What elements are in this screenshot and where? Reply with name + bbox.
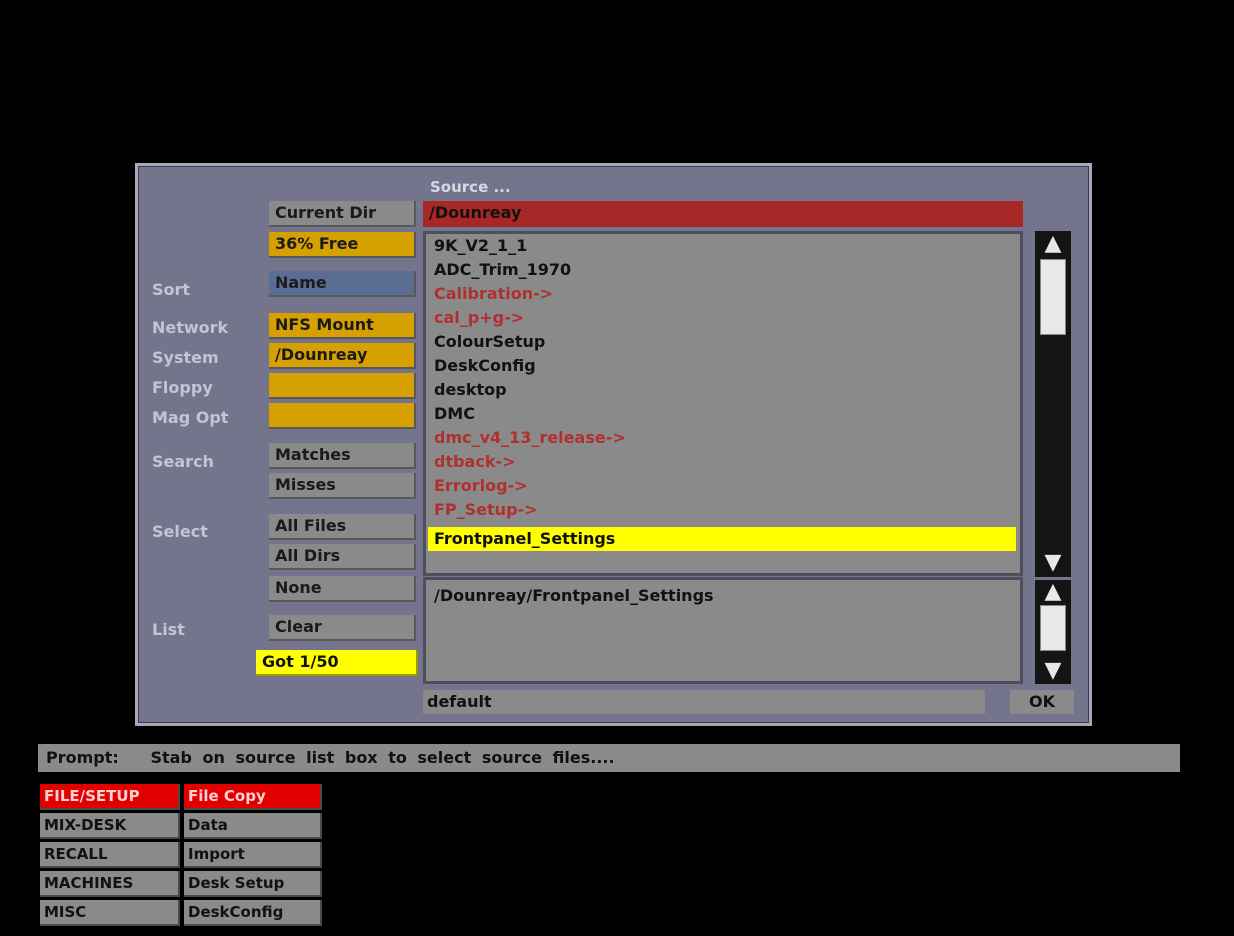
select-all-files-button[interactable]: All Files	[269, 514, 416, 540]
search-matches-button[interactable]: Matches	[269, 443, 416, 469]
prompt-text: Stab on source list box to select source…	[150, 748, 615, 767]
network-nfs-button[interactable]: NFS Mount	[269, 313, 416, 339]
search-label: Search	[152, 452, 214, 471]
menu-category-misc[interactable]: MISC	[40, 900, 180, 926]
path-scroll-down-arrow-icon[interactable]: ▼	[1035, 660, 1071, 682]
prompt-label: Prompt:	[46, 748, 119, 767]
scroll-down-arrow-icon[interactable]: ▼	[1035, 552, 1071, 574]
list-item[interactable]: ColourSetup	[434, 330, 545, 354]
selected-path-box: /Dounreay/Frontpanel_Settings	[423, 577, 1023, 684]
scroll-up-arrow-icon[interactable]: ▲	[1035, 233, 1071, 255]
list-item[interactable]: desktop	[434, 378, 507, 402]
menu-subitem-desk-setup[interactable]: Desk Setup	[184, 871, 322, 897]
source-file-list[interactable]: 9K_V2_1_1 ADC_Trim_1970 Calibration-> ca…	[423, 231, 1023, 576]
source-heading: Source ...	[430, 178, 511, 196]
floppy-button[interactable]	[269, 373, 416, 399]
menu-category-recall[interactable]: RECALL	[40, 842, 180, 868]
list-item[interactable]: DeskConfig	[434, 354, 536, 378]
menu-subitem-deskconfig[interactable]: DeskConfig	[184, 900, 322, 926]
system-label: System	[152, 348, 219, 367]
list-item[interactable]: ADC_Trim_1970	[434, 258, 571, 282]
prompt-bar: Prompt: Stab on source list box to selec…	[38, 744, 1180, 772]
menu-subitem-import[interactable]: Import	[184, 842, 322, 868]
path-scroll-thumb[interactable]	[1040, 605, 1066, 651]
magopt-button[interactable]	[269, 403, 416, 429]
system-dounreay-button[interactable]: /Dounreay	[269, 343, 416, 369]
network-label: Network	[152, 318, 229, 337]
select-none-button[interactable]: None	[269, 576, 416, 602]
search-misses-button[interactable]: Misses	[269, 473, 416, 499]
filter-field[interactable]: default	[423, 690, 985, 714]
list-status-indicator: Got 1/50	[256, 650, 418, 676]
list-item[interactable]: DMC	[434, 402, 475, 426]
select-label: Select	[152, 522, 208, 541]
path-scroll-up-arrow-icon[interactable]: ▲	[1035, 581, 1071, 603]
free-space-indicator: 36% Free	[269, 232, 416, 258]
list-clear-button[interactable]: Clear	[269, 615, 416, 641]
menu-subitem-file-copy[interactable]: File Copy	[184, 784, 322, 810]
list-item[interactable]: FP_Setup->	[434, 498, 538, 522]
ok-button[interactable]: OK	[1010, 690, 1074, 714]
list-item[interactable]: Calibration->	[434, 282, 553, 306]
select-all-dirs-button[interactable]: All Dirs	[269, 544, 416, 570]
list-item[interactable]: cal_p+g->	[434, 306, 524, 330]
sort-label: Sort	[152, 280, 191, 299]
magopt-label: Mag Opt	[152, 408, 229, 427]
menu-subitem-data[interactable]: Data	[184, 813, 322, 839]
list-item-selected[interactable]: Frontpanel_Settings	[428, 527, 1016, 551]
list-item[interactable]: dmc_v4_13_release->	[434, 426, 626, 450]
current-dir-button[interactable]: Current Dir	[269, 201, 416, 227]
list-item[interactable]: dtback->	[434, 450, 516, 474]
menu-category-mix-desk[interactable]: MIX-DESK	[40, 813, 180, 839]
list-item[interactable]: Errorlog->	[434, 474, 528, 498]
menu-category-file-setup[interactable]: FILE/SETUP	[40, 784, 180, 810]
list-item[interactable]: 9K_V2_1_1	[434, 234, 527, 258]
floppy-label: Floppy	[152, 378, 213, 397]
current-dir-field: /Dounreay	[423, 201, 1023, 227]
sort-name-button[interactable]: Name	[269, 271, 416, 297]
scroll-thumb[interactable]	[1040, 259, 1066, 335]
list-label: List	[152, 620, 185, 639]
menu-category-machines[interactable]: MACHINES	[40, 871, 180, 897]
